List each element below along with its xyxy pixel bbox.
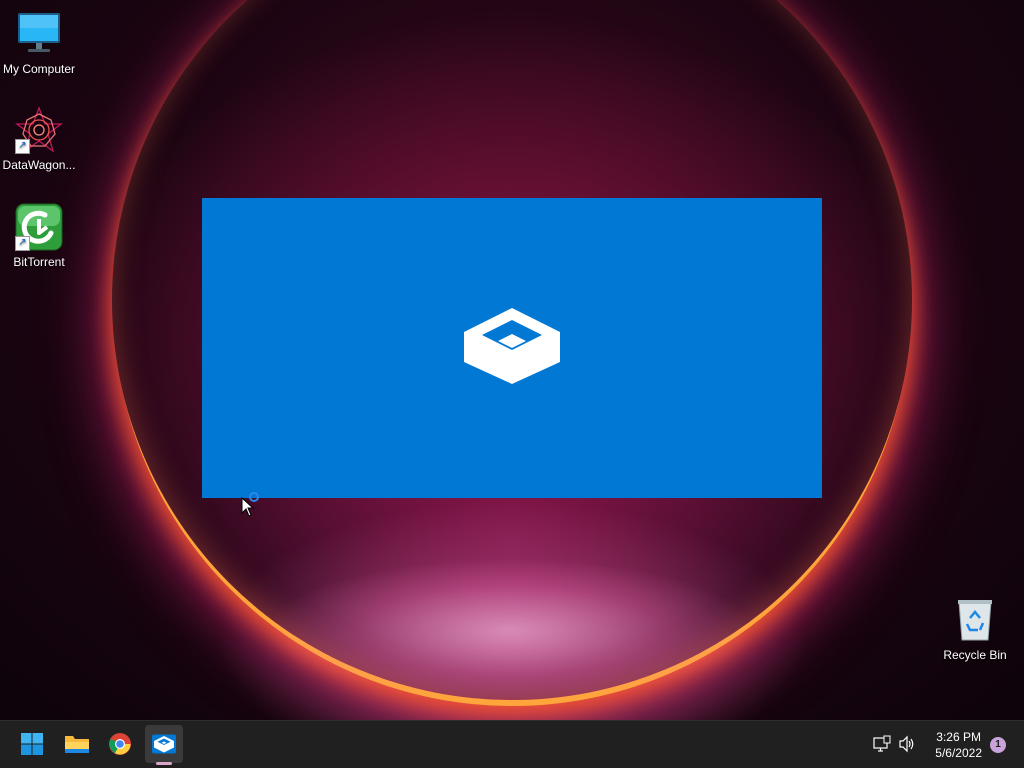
desktop-icon-bittorrent[interactable]: ↗ BitTorrent	[0, 203, 78, 269]
windows-start-icon	[21, 733, 43, 755]
desktop-icon-datawagon[interactable]: ↗ DataWagon...	[0, 106, 78, 172]
mouse-pointer-icon	[241, 496, 255, 517]
chrome-icon	[109, 733, 131, 755]
windows-sandbox-button[interactable]	[145, 725, 183, 765]
folder-icon	[65, 736, 89, 753]
chrome-button[interactable]	[101, 725, 139, 763]
clock-time: 3:26 PM	[936, 730, 981, 744]
clock-date: 5/6/2022	[935, 746, 982, 760]
taskbar: 3:26 PM 5/6/2022 1	[0, 720, 1024, 768]
sandbox-box-icon	[152, 734, 176, 754]
desktop-icon-label: My Computer	[2, 62, 76, 76]
shortcut-arrow-icon: ↗	[15, 236, 30, 251]
desktop-icon-my-computer[interactable]: My Computer	[0, 10, 78, 76]
desktop-icon-recycle-bin[interactable]: Recycle Bin	[936, 596, 1014, 662]
recycle-bin-icon	[951, 596, 999, 644]
volume-icon[interactable]	[898, 735, 916, 753]
wallpaper-bloom-glow	[270, 560, 750, 700]
clock[interactable]: 3:26 PM 5/6/2022	[935, 729, 982, 761]
desktop-icon-label: DataWagon...	[2, 158, 76, 172]
monitor-icon	[15, 10, 63, 58]
notification-badge[interactable]: 1	[990, 737, 1006, 753]
sandbox-splash-window[interactable]	[202, 198, 822, 498]
network-icon[interactable]	[873, 735, 891, 753]
datawagon-icon: ↗	[15, 106, 63, 154]
start-button[interactable]	[13, 725, 51, 763]
file-explorer-button[interactable]	[57, 725, 95, 763]
running-indicator	[156, 762, 172, 765]
sandbox-box-icon	[464, 308, 560, 384]
shortcut-arrow-icon: ↗	[15, 139, 30, 154]
desktop-icon-label: Recycle Bin	[943, 648, 1007, 662]
desktop-icon-label: BitTorrent	[13, 255, 65, 269]
bittorrent-icon: ↗	[15, 203, 63, 251]
